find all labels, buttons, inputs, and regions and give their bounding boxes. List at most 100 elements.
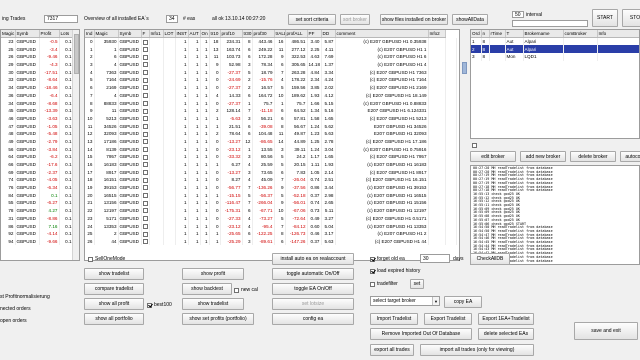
save-and-exit-button[interactable]: save and exit <box>574 322 638 340</box>
f-cell[interactable] <box>141 91 150 100</box>
table-row[interactable]: 20 16515 GBPUSD 1 1 1 1 -15.15 5 -56.37 5 -52.18 0.3… <box>85 191 457 200</box>
f-checkbox[interactable] <box>142 70 148 76</box>
table-row[interactable]: 47 GBPUSD -1.05 0.1 <box>1 122 74 130</box>
f-checkbox[interactable] <box>142 170 148 175</box>
column-header[interactable]: On <box>200 30 210 39</box>
f-cell[interactable] <box>141 229 150 238</box>
column-header[interactable]: AUT <box>188 30 201 39</box>
table-row[interactable]: 78 GBPUSD 4.27 0.1 <box>1 206 74 215</box>
load-expired-checkbox[interactable]: load expired history <box>370 268 420 274</box>
column-header[interactable]: Info2 <box>428 30 446 39</box>
days-field[interactable]: 30 <box>420 254 450 263</box>
f-checkbox[interactable] <box>142 208 148 214</box>
table-row[interactable]: 2 6 GBPUSD 1 1 1 11 103.73 6 172.28 9 322.53 4.63 7.6… <box>85 53 457 61</box>
show-tradelist2-button[interactable]: show tradelist <box>182 298 244 310</box>
f-checkbox[interactable] <box>142 200 148 206</box>
copy-ea-button[interactable]: copy EA <box>444 296 482 308</box>
f-cell[interactable] <box>141 160 150 169</box>
f-cell[interactable] <box>141 191 150 200</box>
f-checkbox[interactable] <box>142 100 148 106</box>
f-checkbox[interactable] <box>142 193 148 199</box>
table-row[interactable]: 23 5171 GBPUSD 1 1 1 0 -27.33 4 -73.27 5 -72.64 0.49… <box>85 214 457 223</box>
f-cell[interactable] <box>141 145 150 153</box>
config-ea-button[interactable]: config ea <box>272 313 354 325</box>
table-row[interactable]: 14 8139 GBPUSD 1 1 1 0 -23.12 1 13.55 3 39.11 1.24 3.… <box>85 145 457 153</box>
column-header[interactable]: tr30 <box>242 30 253 39</box>
table-row[interactable]: 74 GBPUSD -4.05 0.1 <box>1 176 74 184</box>
log-panel[interactable]: 00:27:20 MH readTradelist from database 0… <box>470 165 640 265</box>
set-lotsize-button[interactable]: set lotsize <box>272 298 354 310</box>
table-row[interactable]: 26 GBPUSD -9.46 0.1 <box>1 53 74 61</box>
broker-row[interactable]: 2 8 Aut Alpari <box>471 45 639 54</box>
table-row[interactable]: 25 2 GBPUSD 1 1 1 1 -25.65 6 -122.25 8 -126.73 0.46 3… <box>85 229 457 238</box>
table-row[interactable]: 1 1 GBPUSD 1 1 1 13 163.74 6 249.22 11 277.12 2.25 4.… <box>85 45 457 54</box>
f-cell[interactable] <box>141 206 150 215</box>
column-header[interactable]: INST <box>175 30 189 39</box>
f-checkbox[interactable] <box>142 139 148 145</box>
column-header[interactable]: PF <box>307 30 322 39</box>
ea-overview-table[interactable]: Ind Magic Symb F Info1 LOT INST AUT On tr10 prof10… <box>84 29 460 261</box>
table-row[interactable]: 84 GBPUSD 0.1 0.1 <box>1 191 74 200</box>
column-header[interactable]: comBroker <box>563 30 598 39</box>
table-row[interactable]: 34 GBPUSD -8.68 0.1 <box>1 99 74 107</box>
f-checkbox[interactable] <box>142 162 148 168</box>
f-cell[interactable] <box>141 137 150 146</box>
column-header[interactable]: Symb <box>118 30 142 39</box>
table-row[interactable]: 25 GBPUSD -3.4 0.1 <box>1 45 74 54</box>
f-cell[interactable] <box>141 99 150 107</box>
show-backtest-button[interactable]: show backtest <box>182 283 232 295</box>
column-header[interactable]: Brokername <box>523 30 564 39</box>
f-checkbox[interactable] <box>142 239 148 245</box>
broker-checkbox-row[interactable] <box>472 143 477 148</box>
table-row[interactable]: 55 GBPUSD -6.27 0.1 <box>1 199 74 207</box>
f-cell[interactable] <box>141 83 150 92</box>
f-cell[interactable] <box>141 122 150 130</box>
target-broker-select[interactable]: select target broker ▼ <box>370 296 440 306</box>
compare-tradelist-button[interactable]: compare tradelist <box>84 283 144 295</box>
show-all-portfolio-button[interactable]: show all portfolio <box>84 313 144 325</box>
sort-broker-button[interactable]: sort broker <box>340 14 370 25</box>
f-cell[interactable] <box>141 37 150 46</box>
column-header[interactable]: rTime <box>489 30 506 39</box>
autoconf-button[interactable]: autoconf <box>620 151 640 162</box>
table-row[interactable]: 49 GBPUSD -2.79 0.1 <box>1 137 74 146</box>
ea-count-field[interactable]: 34 <box>166 15 178 23</box>
column-header[interactable]: Lots <box>59 30 74 39</box>
f-cell[interactable] <box>141 176 150 184</box>
trades-count-field[interactable]: 7317 <box>44 15 78 23</box>
open-trades-table[interactable]: Magic Symb Profit Lots 23 GBPUSD -0.5 0.1 25 GBP… <box>0 29 80 261</box>
column-header[interactable]: Info <box>597 30 639 39</box>
table-row[interactable]: 16 16183 GBPUSD 1 1 1 1 6.27 4 25.59 5 20.15 1.11 1.9… <box>85 160 457 169</box>
toggle-ea-button[interactable]: toggle EA On/Off <box>272 283 354 295</box>
table-row[interactable]: 86 GBPUSD 7.16 0.1 <box>1 222 74 230</box>
show-all-profit-button[interactable]: show all profit <box>84 298 144 310</box>
f-cell[interactable] <box>141 183 150 192</box>
forget-old-ea-box[interactable] <box>370 256 375 262</box>
tradefilter-checkbox[interactable]: tradefilter <box>370 281 398 287</box>
table-row[interactable]: 10 5213 GBPUSD 1 1 1 1 -5.63 3 56.21 6 57.81 1.58 1.6… <box>85 114 457 123</box>
show-set-profits-button[interactable]: show set profits (portfolio) <box>182 313 254 325</box>
export-ea-tradelist-button[interactable]: Export 1EA+Tradelist <box>478 313 534 325</box>
table-row[interactable]: 92 GBPUSD -4.14 0.1 <box>1 229 74 238</box>
table-row[interactable]: 18 16151 GBPUSD 1 1 1 0 8.27 4 45.09 7 -26.04 0.74 2.… <box>85 176 457 184</box>
broker-table[interactable]: Ord n rTime T Brokername comBroker Info 1 8 Aut A… <box>470 29 640 139</box>
table-row[interactable]: 21 13156 GBPUSD 1 1 1 0 -116.47 7 -266.04 9 -56.01 0… <box>85 199 457 207</box>
f-checkbox[interactable] <box>142 123 148 129</box>
import-all-trades-button[interactable]: import all trades (only for viewing) <box>420 344 534 356</box>
table-row[interactable]: 30 GBPUSD -17.51 0.1 <box>1 68 74 77</box>
column-header[interactable]: Ind <box>85 30 95 39</box>
table-row[interactable]: 33 GBPUSD -8.64 0.1 <box>1 76 74 84</box>
table-row[interactable]: 66 GBPUSD -17.6 0.1 <box>1 160 74 169</box>
broker-row[interactable]: 1 8 Aut Alpari <box>471 37 639 46</box>
set-sort-criteria-button[interactable]: set sort criteria <box>288 14 336 25</box>
f-checkbox[interactable] <box>142 231 148 237</box>
table-row[interactable]: 19 39153 GBPUSD 1 1 1 0 -56.77 7 -136.26 9 -37.56 0.… <box>85 183 457 192</box>
f-cell[interactable] <box>141 45 150 54</box>
table-row[interactable]: 13 17186 GBPUSD 1 1 1 0 -13.27 12 -86.65 14 44.89 1.… <box>85 137 457 146</box>
interval-field[interactable]: 50 <box>512 11 524 18</box>
show-tradelist-button[interactable]: show tradelist <box>84 268 144 280</box>
toggle-automatic-button[interactable]: toggle automatic On/Off <box>272 268 354 280</box>
table-row[interactable]: 76 GBPUSD -6.34 0.1 <box>1 183 74 192</box>
broker-checkbox[interactable] <box>472 143 477 148</box>
column-header[interactable]: n <box>481 30 490 39</box>
